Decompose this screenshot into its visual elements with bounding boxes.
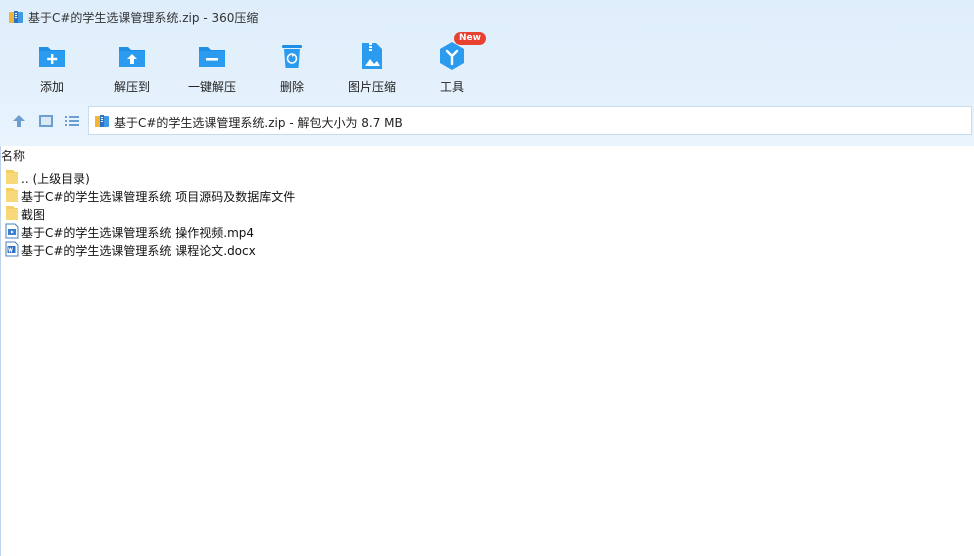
- address-text: 基于C#的学生选课管理系统.zip - 解包大小为 8.7 MB: [114, 116, 403, 130]
- list-item[interactable]: 基于C#的学生选课管理系统 操作视频.mp4: [1, 222, 601, 240]
- thumbnail-view-icon[interactable]: [38, 113, 54, 129]
- address-bar[interactable]: 基于C#的学生选课管理系统.zip - 解包大小为 8.7 MB: [88, 106, 972, 135]
- file-name: .. (上级目录): [21, 172, 90, 186]
- add-button[interactable]: 添加: [12, 34, 92, 100]
- toolbar: 添加 解压到 一键解压 删除 图片压缩 工具: [0, 34, 974, 100]
- top-panel: 基于C#的学生选课管理系统.zip - 360压缩 添加 解压到 一键解压 删除…: [0, 0, 974, 146]
- extract-to-icon: [119, 47, 145, 67]
- folder-icon: [6, 170, 18, 184]
- one-click-extract-button[interactable]: 一键解压: [172, 34, 252, 100]
- folder-icon: [6, 188, 18, 202]
- tools-label: 工具: [439, 80, 464, 94]
- extract-to-label: 解压到: [113, 80, 150, 94]
- file-list-panel: 名称 .. (上级目录) 基于C#的学生选课管理系统 项目源码及数据库文件 截图: [0, 146, 974, 556]
- folder-icon: [6, 206, 18, 220]
- delete-icon: [282, 45, 302, 68]
- list-item[interactable]: 基于C#的学生选课管理系统 项目源码及数据库文件: [1, 186, 601, 204]
- image-compress-button[interactable]: 图片压缩: [332, 34, 412, 100]
- window-title: 基于C#的学生选课管理系统.zip - 360压缩: [28, 11, 259, 25]
- file-name: 基于C#的学生选课管理系统 项目源码及数据库文件: [21, 190, 296, 204]
- title-bar: 基于C#的学生选课管理系统.zip - 360压缩: [0, 0, 974, 34]
- delete-label: 删除: [279, 80, 304, 94]
- one-click-extract-icon: [199, 47, 225, 67]
- new-badge: New: [454, 32, 486, 45]
- file-name: 截图: [21, 208, 46, 222]
- add-label: 添加: [39, 80, 64, 94]
- navigation-row: 基于C#的学生选课管理系统.zip - 解包大小为 8.7 MB: [0, 106, 974, 136]
- zip-archive-icon: [95, 115, 109, 127]
- column-header-name[interactable]: 名称: [1, 147, 25, 164]
- video-file-icon: [5, 223, 19, 239]
- file-name: 基于C#的学生选课管理系统 操作视频.mp4: [21, 226, 255, 240]
- list-item-parent-directory[interactable]: .. (上级目录): [1, 168, 601, 186]
- image-compress-label: 图片压缩: [347, 80, 396, 94]
- list-view-icon[interactable]: [64, 113, 80, 129]
- zip-archive-icon: [9, 11, 23, 23]
- file-list: .. (上级目录) 基于C#的学生选课管理系统 项目源码及数据库文件 截图 基于…: [1, 168, 601, 258]
- delete-button[interactable]: 删除: [252, 34, 332, 100]
- add-icon: [39, 47, 65, 67]
- file-name: 基于C#的学生选课管理系统 课程论文.docx: [21, 244, 256, 258]
- word-file-icon: [5, 241, 19, 257]
- up-arrow-icon[interactable]: [11, 113, 27, 129]
- list-item[interactable]: 基于C#的学生选课管理系统 课程论文.docx: [1, 240, 601, 258]
- one-click-extract-label: 一键解压: [187, 80, 236, 94]
- list-item[interactable]: 截图: [1, 204, 601, 222]
- extract-to-button[interactable]: 解压到: [92, 34, 172, 100]
- image-compress-icon: [362, 43, 382, 69]
